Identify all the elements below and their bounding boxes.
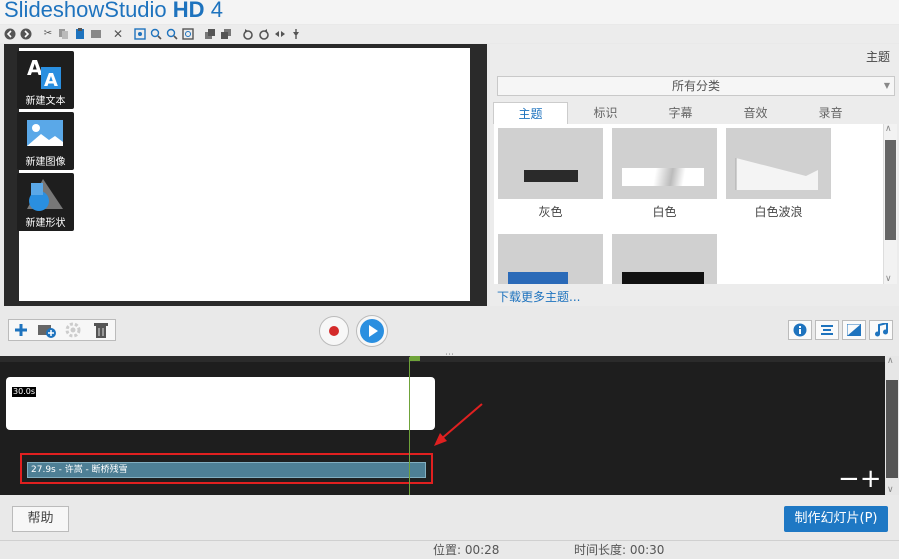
timeline-zoom: −+ xyxy=(838,466,882,492)
add-slide-icon[interactable] xyxy=(12,321,30,339)
position-readout: 位置: 00:28 xyxy=(433,543,500,557)
slide-duration-label: 30.0s xyxy=(12,387,36,397)
slide-track-clip[interactable] xyxy=(6,377,435,430)
new-text-button[interactable]: AA 新建文本 xyxy=(17,51,74,109)
asset-tabs: 主题 标识 字幕 音效 录音 xyxy=(493,102,893,124)
transition-icon xyxy=(847,324,861,336)
category-value: 所有分类 xyxy=(671,79,720,93)
record-button[interactable] xyxy=(319,316,349,346)
scroll-down-icon[interactable]: ∨ xyxy=(887,485,894,495)
cut-icon[interactable]: ✂ xyxy=(42,28,54,40)
help-button[interactable]: 帮助 xyxy=(12,506,69,532)
theme-thumb-gray[interactable] xyxy=(498,128,603,199)
info-icon xyxy=(793,323,807,337)
new-text-label: 新建文本 xyxy=(25,96,66,107)
music-note-icon xyxy=(875,323,888,337)
theme-caption: 白色波浪 xyxy=(754,205,803,219)
new-shape-label: 新建形状 xyxy=(25,218,66,229)
scroll-thumb[interactable] xyxy=(885,140,896,240)
tab-themes[interactable]: 主题 xyxy=(493,102,568,124)
panel-header-label: 主题 xyxy=(865,50,890,64)
copy-icon[interactable] xyxy=(58,28,70,40)
rotate-left-icon[interactable] xyxy=(242,28,254,40)
zoom-in-button[interactable]: + xyxy=(860,464,882,494)
download-more-themes-link[interactable]: 下载更多主题... xyxy=(497,288,580,305)
preview-canvas[interactable] xyxy=(19,48,470,301)
zoom-out-icon[interactable] xyxy=(166,28,178,40)
scroll-thumb[interactable] xyxy=(886,380,898,478)
record-icon xyxy=(329,326,339,336)
zoom-fit-icon[interactable] xyxy=(134,28,146,40)
text-icon: AA xyxy=(27,56,61,91)
transition-button[interactable] xyxy=(842,320,866,340)
theme-caption: 灰色 xyxy=(538,205,563,219)
flip-icon[interactable] xyxy=(274,28,286,40)
play-icon xyxy=(360,319,384,343)
music-button[interactable] xyxy=(869,320,893,340)
theme-thumb-blue[interactable] xyxy=(498,234,603,284)
pin-icon[interactable] xyxy=(290,28,302,40)
tab-captions[interactable]: 字幕 xyxy=(643,102,718,124)
tab-recording[interactable]: 录音 xyxy=(793,102,868,124)
tab-sound-effects[interactable]: 音效 xyxy=(718,102,793,124)
play-button[interactable] xyxy=(356,315,388,347)
playhead-handle[interactable] xyxy=(410,356,420,361)
redo-icon[interactable] xyxy=(20,28,32,40)
chevron-down-icon: ▼ xyxy=(883,81,890,90)
main-toolbar: ✂ ✕ xyxy=(0,25,899,43)
new-image-button[interactable]: 新建图像 xyxy=(17,112,74,170)
align-button[interactable] xyxy=(815,320,839,340)
zoom-out-button[interactable]: − xyxy=(838,464,860,494)
tab-logos[interactable]: 标识 xyxy=(568,102,643,124)
rotate-right-icon[interactable] xyxy=(258,28,270,40)
info-button[interactable] xyxy=(788,320,812,340)
duration-readout: 时间长度: 00:30 xyxy=(574,543,665,557)
annotation-arrow-icon xyxy=(434,403,483,446)
playhead-line[interactable] xyxy=(409,357,410,495)
undo-icon[interactable] xyxy=(4,28,16,40)
timeline-scrollbar[interactable]: ∧ ∨ xyxy=(885,356,899,495)
settings-gear-icon[interactable] xyxy=(64,321,82,339)
zoom-in-icon[interactable] xyxy=(150,28,162,40)
zoom-actual-icon[interactable] xyxy=(182,28,194,40)
paste-icon[interactable] xyxy=(74,28,86,40)
category-select[interactable]: 所有分类 ▼ xyxy=(497,76,895,96)
image-icon xyxy=(27,120,63,146)
svg-text:A: A xyxy=(44,70,58,91)
splitter-grip-icon[interactable]: ⋯ xyxy=(445,350,455,360)
trash-icon[interactable] xyxy=(92,321,110,339)
app-title: SlideshowStudio HD 4 xyxy=(4,0,223,22)
scroll-up-icon[interactable]: ∧ xyxy=(885,124,892,134)
svg-text:A: A xyxy=(27,56,43,80)
theme-scrollbar[interactable]: ∧ ∨ xyxy=(883,124,897,284)
layer-back-icon[interactable] xyxy=(220,28,232,40)
new-image-label: 新建图像 xyxy=(25,157,66,168)
layer-forward-icon[interactable] xyxy=(204,28,216,40)
add-media-icon[interactable] xyxy=(38,321,56,339)
theme-thumb-dark[interactable] xyxy=(612,234,717,284)
align-icon xyxy=(821,325,833,335)
delete-icon[interactable]: ✕ xyxy=(112,28,124,40)
scroll-up-icon[interactable]: ∧ xyxy=(887,356,894,366)
timeline-ruler[interactable] xyxy=(0,356,885,362)
theme-thumb-white-wave[interactable] xyxy=(726,128,831,199)
paste-special-icon[interactable] xyxy=(90,28,102,40)
new-shape-button[interactable]: 新建形状 xyxy=(17,173,74,231)
audio-track-clip[interactable]: 27.9s - 许嵩 - 断桥残雪 xyxy=(27,462,426,478)
theme-caption: 白色 xyxy=(652,205,677,219)
shape-icon xyxy=(27,179,63,211)
make-slideshow-button[interactable]: 制作幻灯片(P) xyxy=(784,506,888,532)
scroll-down-icon[interactable]: ∨ xyxy=(885,274,892,284)
theme-thumb-white[interactable] xyxy=(612,128,717,199)
bottom-bar xyxy=(0,495,899,540)
